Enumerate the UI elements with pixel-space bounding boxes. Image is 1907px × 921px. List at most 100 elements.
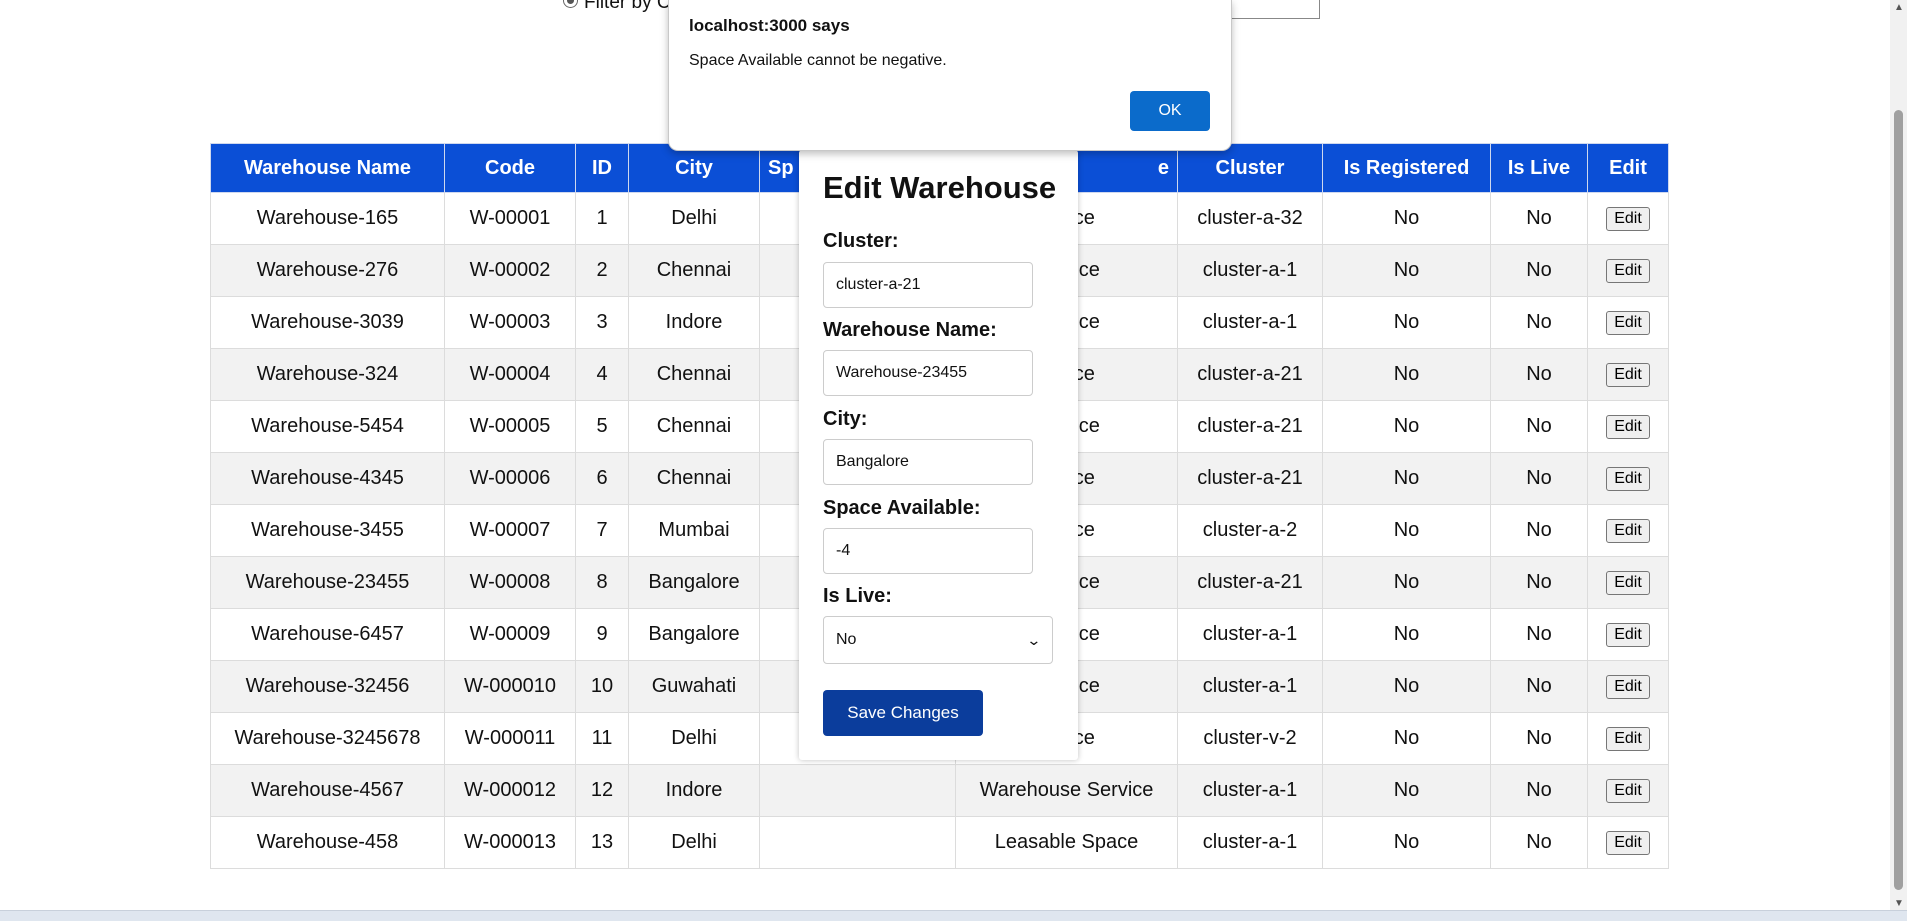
cell-city: Delhi xyxy=(628,192,760,245)
filter-radio-button[interactable] xyxy=(563,0,578,8)
cell-cluster: cluster-a-2 xyxy=(1177,504,1323,557)
cell-id: 4 xyxy=(575,348,629,401)
city-input[interactable]: Bangalore xyxy=(823,439,1033,485)
cell-warehouse-name: Warehouse-3245678 xyxy=(210,712,445,765)
cell-cluster: cluster-a-1 xyxy=(1177,764,1323,817)
cell-city: Indore xyxy=(628,296,760,349)
cell-type: Leasable Space xyxy=(955,816,1178,869)
cell-city: Chennai xyxy=(628,452,760,505)
space-available-input[interactable]: -4 xyxy=(823,528,1033,574)
cell-warehouse-name: Warehouse-3039 xyxy=(210,296,445,349)
header-warehouse-name: Warehouse Name xyxy=(210,143,445,193)
alert-title: localhost:3000 says xyxy=(689,16,850,35)
cell-id: 5 xyxy=(575,400,629,453)
cell-code: W-00008 xyxy=(444,556,576,609)
cell-code: W-00005 xyxy=(444,400,576,453)
scrollbar-thumb[interactable] xyxy=(1894,110,1903,890)
edit-button[interactable]: Edit xyxy=(1606,675,1650,699)
edit-button[interactable]: Edit xyxy=(1606,363,1650,387)
header-code: Code xyxy=(444,143,576,193)
header-edit: Edit xyxy=(1587,143,1669,193)
cell-city: Guwahati xyxy=(628,660,760,713)
cell-id: 1 xyxy=(575,192,629,245)
alert-message: Space Available cannot be negative. xyxy=(689,52,947,69)
edit-button[interactable]: Edit xyxy=(1606,727,1650,751)
cell-code: W-00001 xyxy=(444,192,576,245)
edit-button[interactable]: Edit xyxy=(1606,831,1650,855)
space-available-label: Space Available: xyxy=(823,497,981,519)
cell-edit: Edit xyxy=(1587,504,1669,557)
cell-city: Chennai xyxy=(628,244,760,297)
city-input-value: Bangalore xyxy=(836,453,909,470)
filter-by-option[interactable]: Filter by C xyxy=(563,0,671,14)
cell-is-registered: No xyxy=(1322,556,1491,609)
alert-ok-button[interactable]: OK xyxy=(1130,91,1210,131)
cell-cluster: cluster-a-32 xyxy=(1177,192,1323,245)
cell-warehouse-name: Warehouse-3455 xyxy=(210,504,445,557)
cell-cluster: cluster-a-1 xyxy=(1177,608,1323,661)
edit-button[interactable]: Edit xyxy=(1606,415,1650,439)
cell-cluster: cluster-a-1 xyxy=(1177,660,1323,713)
cell-cluster: cluster-v-2 xyxy=(1177,712,1323,765)
cell-id: 7 xyxy=(575,504,629,557)
scroll-down-arrow-icon[interactable]: ▼ xyxy=(1894,898,1904,909)
cell-is-registered: No xyxy=(1322,296,1491,349)
cell-warehouse-name: Warehouse-4567 xyxy=(210,764,445,817)
edit-button[interactable]: Edit xyxy=(1606,311,1650,335)
cell-id: 8 xyxy=(575,556,629,609)
scroll-up-arrow-icon[interactable]: ▲ xyxy=(1894,2,1904,13)
table-row: Warehouse-4567 W-000012 12 Indore Warehouse … xyxy=(210,764,1669,817)
cell-cluster: cluster-a-1 xyxy=(1177,816,1323,869)
cell-id: 11 xyxy=(575,712,629,765)
cell-edit: Edit xyxy=(1587,400,1669,453)
cell-is-live: No xyxy=(1490,192,1588,245)
cell-is-registered: No xyxy=(1322,452,1491,505)
modal-title: Edit Warehouse xyxy=(823,170,1057,205)
edit-button[interactable]: Edit xyxy=(1606,519,1650,543)
cell-city: Chennai xyxy=(628,348,760,401)
cell-is-live: No xyxy=(1490,556,1588,609)
cell-id: 13 xyxy=(575,816,629,869)
cell-is-registered: No xyxy=(1322,608,1491,661)
edit-button[interactable]: Edit xyxy=(1606,207,1650,231)
cell-type: Warehouse Service xyxy=(955,764,1178,817)
cell-is-registered: No xyxy=(1322,348,1491,401)
cell-warehouse-name: Warehouse-458 xyxy=(210,816,445,869)
edit-button[interactable]: Edit xyxy=(1606,779,1650,803)
cell-is-live: No xyxy=(1490,400,1588,453)
cell-edit: Edit xyxy=(1587,660,1669,713)
cell-warehouse-name: Warehouse-5454 xyxy=(210,400,445,453)
cluster-input[interactable]: cluster-a-21 xyxy=(823,262,1033,308)
cell-is-live: No xyxy=(1490,816,1588,869)
vertical-scrollbar[interactable]: ▲ ▼ xyxy=(1890,0,1907,911)
warehouse-name-input[interactable]: Warehouse-23455 xyxy=(823,350,1033,396)
cluster-input-value: cluster-a-21 xyxy=(836,276,921,293)
cell-is-live: No xyxy=(1490,244,1588,297)
cell-is-live: No xyxy=(1490,452,1588,505)
cell-city: Mumbai xyxy=(628,504,760,557)
cell-edit: Edit xyxy=(1587,764,1669,817)
cell-code: W-00007 xyxy=(444,504,576,557)
warehouse-name-label: Warehouse Name: xyxy=(823,319,997,341)
cell-edit: Edit xyxy=(1587,452,1669,505)
edit-button[interactable]: Edit xyxy=(1606,467,1650,491)
cell-space-available xyxy=(759,816,956,869)
cell-is-registered: No xyxy=(1322,660,1491,713)
cell-city: Bangalore xyxy=(628,556,760,609)
cell-edit: Edit xyxy=(1587,556,1669,609)
cell-cluster: cluster-a-1 xyxy=(1177,296,1323,349)
cell-is-registered: No xyxy=(1322,504,1491,557)
cell-is-live: No xyxy=(1490,660,1588,713)
cell-edit: Edit xyxy=(1587,712,1669,765)
cell-code: W-00009 xyxy=(444,608,576,661)
cell-warehouse-name: Warehouse-4345 xyxy=(210,452,445,505)
header-is-registered: Is Registered xyxy=(1322,143,1491,193)
cell-city: Indore xyxy=(628,764,760,817)
save-changes-button[interactable]: Save Changes xyxy=(823,690,983,736)
chevron-down-icon: ⌄ xyxy=(1026,631,1042,648)
is-live-select[interactable]: No ⌄ xyxy=(823,616,1053,664)
cell-city: Delhi xyxy=(628,816,760,869)
edit-button[interactable]: Edit xyxy=(1606,571,1650,595)
edit-button[interactable]: Edit xyxy=(1606,259,1650,283)
edit-button[interactable]: Edit xyxy=(1606,623,1650,647)
